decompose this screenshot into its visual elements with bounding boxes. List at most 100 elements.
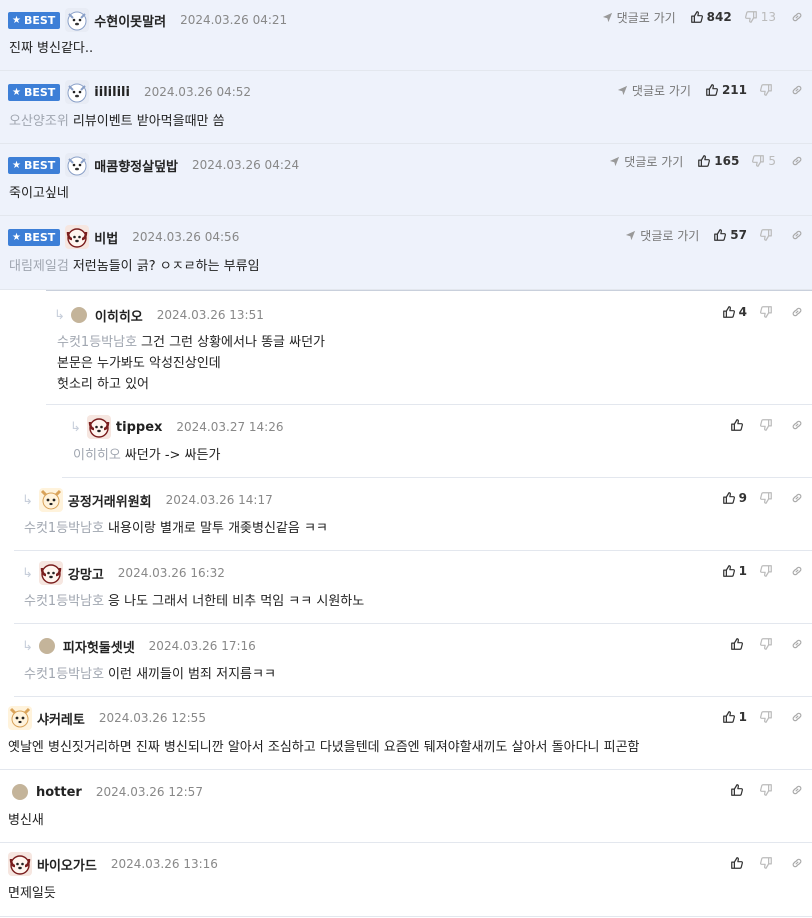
thumbs-up-icon [722,710,736,724]
link-icon [790,83,804,97]
copy-link-button[interactable] [790,491,804,505]
avatar[interactable] [12,784,28,800]
goto-comment-link[interactable]: 댓글로 가기 [617,82,691,99]
copy-link-button[interactable] [790,637,804,651]
goto-comment-link[interactable]: 댓글로 가기 [625,227,699,244]
thumbs-down-icon [759,564,773,578]
comment-author[interactable]: 수현이못말려 [94,11,166,30]
like-button[interactable]: 57 [713,228,747,242]
avatar[interactable] [8,852,32,876]
thumbs-down-icon [751,154,765,168]
avatar[interactable] [38,561,63,585]
thumbs-up-icon [705,83,719,97]
dislike-button[interactable] [759,491,776,505]
mention[interactable]: 오산양조위 [9,114,69,129]
thumbs-up-icon [713,228,727,242]
thumbs-up-icon [730,637,744,651]
send-icon [625,230,636,241]
copy-link-button[interactable] [790,564,804,578]
mention[interactable]: 대림제일검 [9,259,69,274]
goto-comment-link[interactable]: 댓글로 가기 [609,153,683,170]
thumbs-up-icon [722,491,736,505]
like-button[interactable]: 1 [722,564,747,578]
like-button[interactable] [730,418,747,432]
avatar[interactable] [8,706,32,730]
like-button[interactable] [730,783,747,797]
comment-date: 2024.03.26 17:16 [148,639,256,653]
dislike-button[interactable] [759,83,776,97]
comment-author[interactable]: 강망고 [68,564,104,583]
thumbs-down-icon [759,856,773,870]
like-button[interactable] [730,856,747,870]
copy-link-button[interactable] [790,83,804,97]
avatar[interactable] [65,80,90,104]
dislike-button[interactable] [759,637,776,651]
comment-actions: 댓글로 가기 57 [625,226,804,244]
copy-link-button[interactable] [790,418,804,432]
like-button[interactable] [730,637,747,651]
avatar[interactable] [38,638,55,654]
comment-header: ↳ 공정거래위원회 2024.03.26 14:17 [22,488,273,512]
comment-header: ★ BEST iililili 2024.03.26 04:52 [8,80,251,104]
comment-author[interactable]: 비법 [94,228,118,247]
mention[interactable]: 수컷1등박남호 [24,594,104,609]
dislike-button[interactable] [759,418,776,432]
comment-item: 바이오가드 2024.03.26 13:16 면제일듯 [0,843,812,917]
comment-author[interactable]: 매콤향정살덮밥 [94,156,178,175]
comment-item: hotter 2024.03.26 12:57 병신새 [0,770,812,843]
link-icon [790,856,804,870]
dislike-button[interactable] [759,783,776,797]
dislike-button[interactable] [759,564,776,578]
comment-author[interactable]: 공정거래위원회 [68,491,152,510]
like-button[interactable]: 165 [697,154,739,168]
like-button[interactable]: 9 [722,491,747,505]
like-button[interactable]: 842 [690,10,732,24]
comment-author[interactable]: iililili [94,85,130,100]
comment-body: 진짜 병신같다.. [9,41,94,56]
copy-link-button[interactable] [790,710,804,724]
comment-author[interactable]: tippex [116,420,162,435]
like-button[interactable]: 4 [722,305,747,319]
copy-link-button[interactable] [790,305,804,319]
comment-author[interactable]: 이히히오 [95,306,143,325]
thumbs-up-icon [730,418,744,432]
comment-author[interactable]: 바이오가드 [37,855,97,874]
dislike-button[interactable] [759,856,776,870]
like-button[interactable]: 1 [722,710,747,724]
avatar[interactable] [38,488,63,512]
avatar[interactable] [65,225,90,249]
dislike-button[interactable] [759,228,776,242]
mention[interactable]: 수컷1등박남호 [57,335,137,350]
comment-author[interactable]: 피자헛둘셋넷 [63,637,135,656]
mention[interactable]: 수컷1등박남호 [24,521,104,536]
comment-date: 2024.03.27 14:26 [176,420,284,434]
avatar[interactable] [65,8,90,32]
comment-body: 대림제일검 저런놈들이 긁? ㅇㅈㄹ하는 부류임 [9,259,260,274]
comment-header: ★ BEST 비법 2024.03.26 04:56 [8,225,239,249]
dislike-button[interactable] [759,305,776,319]
comment-body: 수컷1등박남호 이런 새끼들이 범죄 저지름ㅋㅋ [24,667,276,682]
copy-link-button[interactable] [790,856,804,870]
dislike-button[interactable]: 5 [751,154,776,168]
copy-link-button[interactable] [790,783,804,797]
goto-comment-link[interactable]: 댓글로 가기 [602,9,676,26]
dislike-button[interactable]: 13 [744,10,776,24]
avatar[interactable] [65,153,90,177]
like-button[interactable]: 211 [705,83,747,97]
avatar[interactable] [70,307,87,323]
dislike-button[interactable] [759,710,776,724]
reply-item: ↳ 공정거래위원회 2024.03.26 14:17 9 수컷1등박남호 내용이랑… [14,478,812,551]
reply-arrow-icon: ↳ [70,419,81,435]
comment-author[interactable]: 샤커레토 [37,709,85,728]
comment-author[interactable]: hotter [36,785,82,800]
mention[interactable]: 이히히오 [73,448,121,463]
copy-link-button[interactable] [790,154,804,168]
mention[interactable]: 수컷1등박남호 [24,667,104,682]
comment-date: 2024.03.26 12:55 [98,711,206,725]
copy-link-button[interactable] [790,10,804,24]
avatar[interactable] [86,415,111,439]
thumbs-down-icon [759,783,773,797]
thumbs-down-icon [759,418,773,432]
comment-actions [730,635,804,653]
copy-link-button[interactable] [790,228,804,242]
